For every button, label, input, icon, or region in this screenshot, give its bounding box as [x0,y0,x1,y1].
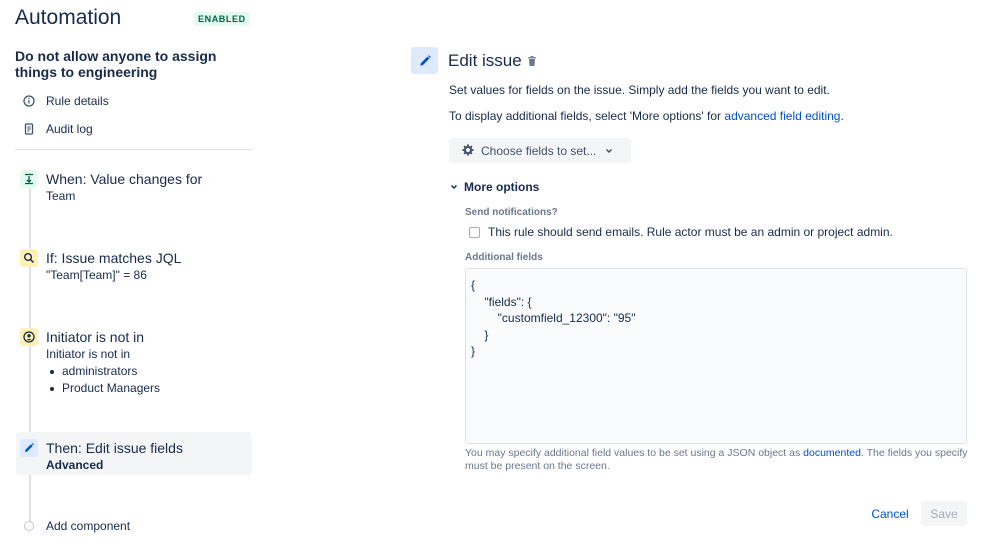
document-icon [22,122,36,136]
search-icon [20,249,38,267]
page-title: Automation [15,6,122,29]
nav-rule-details[interactable]: Rule details [22,92,109,110]
gear-icon [460,143,475,158]
more-options-toggle[interactable]: More options [449,180,539,194]
additional-fields-textarea[interactable]: { "fields": { "customfield_12300": "95" … [465,268,967,444]
additional-fields-help: You may specify additional field values … [465,447,970,473]
info-icon [22,94,36,108]
send-notifications-checkbox[interactable] [469,226,480,238]
send-notifications-label: Send notifications? [465,207,558,218]
step-trigger[interactable]: When: Value changes for Team [16,170,252,206]
advanced-field-editing-link[interactable]: advanced field editing [724,109,840,123]
initiator-group-list: administrators Product Managers [46,363,160,397]
add-component-label: Add component [46,519,131,533]
step-title: If: Issue matches JQL [46,250,182,266]
step-title: When: Value changes for [46,171,203,187]
value-change-icon [20,170,38,188]
save-button[interactable]: Save [921,501,967,526]
add-component-button[interactable]: Add component [24,519,130,533]
choose-fields-label: Choose fields to set... [481,143,597,158]
divider [15,149,252,150]
add-component-dot-icon [24,521,34,531]
edit-issue-icon [411,47,438,74]
status-badge: ENABLED [194,12,250,26]
list-item: administrators [46,363,160,380]
cancel-button[interactable]: Cancel [866,503,914,525]
send-notifications-checkbox-label: This rule should send emails. Rule actor… [488,225,893,239]
choose-fields-button[interactable]: Choose fields to set... [449,138,631,163]
nav-label: Rule details [46,94,109,108]
step-title: Initiator is not in [46,329,145,345]
trash-icon[interactable] [526,54,538,66]
panel-title: Edit issue [448,51,522,70]
step-subtitle: "Team[Team]" = 86 [46,268,147,282]
step-condition-initiator[interactable]: Initiator is not in Initiator is not in … [16,328,252,396]
list-item: Product Managers [46,380,160,397]
step-action-edit-issue[interactable]: Then: Edit issue fields Advanced [16,432,252,475]
pencil-icon [20,439,38,457]
nav-audit-log[interactable]: Audit log [22,120,93,138]
chevron-down-icon [604,146,614,156]
help-prefix: You may specify additional field values … [465,447,804,459]
more-options-label: More options [464,180,540,194]
step-subtitle: Initiator is not in [46,347,131,361]
step-title: Then: Edit issue fields [46,440,183,456]
rule-name: Do not allow anyone to assign things to … [15,48,217,80]
user-group-icon [20,328,38,346]
additional-fields-label: Additional fields [465,252,543,263]
step-condition-jql[interactable]: If: Issue matches JQL "Team[Team]" = 86 [16,249,252,285]
additional-info-suffix: . [840,109,844,123]
step-subtitle: Advanced [46,458,104,472]
step-subtitle: Team [46,189,76,203]
additional-info-prefix: To display additional fields, select 'Mo… [449,109,725,123]
additional-info-text: To display additional fields, select 'Mo… [449,109,844,123]
documented-link[interactable]: documented [803,447,861,459]
chevron-down-icon [449,182,459,192]
panel-description: Set values for fields on the issue. Simp… [449,83,830,97]
send-notifications-row: This rule should send emails. Rule actor… [469,225,893,239]
pencil-icon [419,54,431,66]
nav-label: Audit log [46,122,93,136]
